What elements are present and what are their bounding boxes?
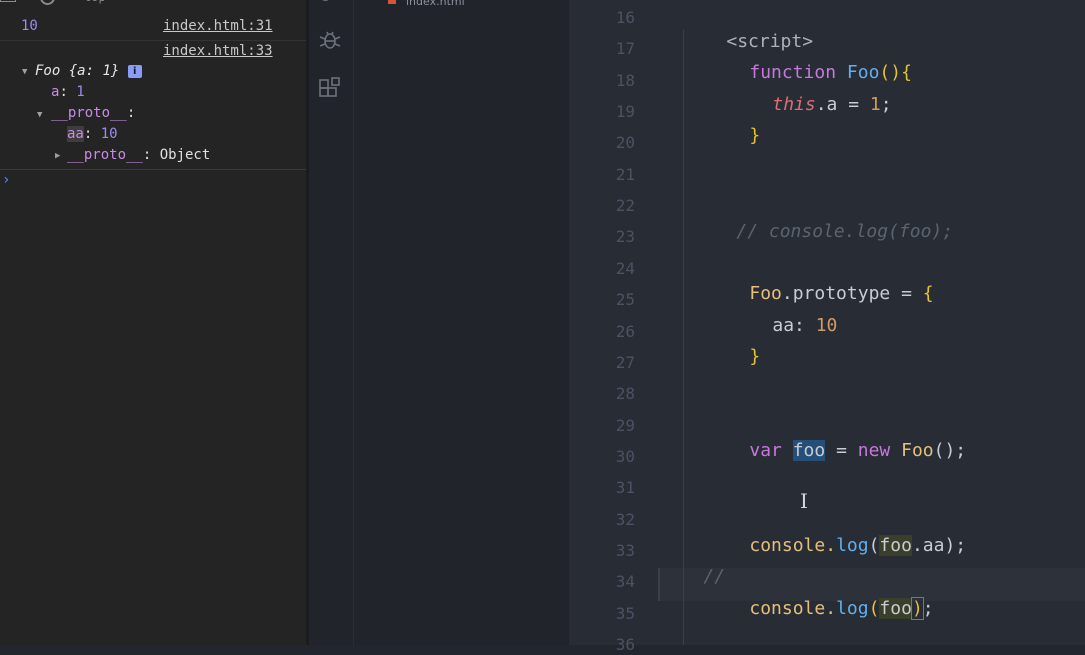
html-file-icon <box>388 0 396 4</box>
line-number: 34 <box>615 572 635 592</box>
object-preview: {a: 1} <box>68 63 120 79</box>
line-number: 31 <box>615 478 635 498</box>
expand-triangle-icon[interactable]: ▼ <box>22 67 27 77</box>
code-line-19[interactable]: } <box>706 100 760 172</box>
property-value: 1 <box>76 84 85 100</box>
proto-property[interactable]: __proto__: <box>51 105 135 121</box>
file-explorer: index.html <box>353 0 569 645</box>
message-divider <box>0 40 306 41</box>
call-parens: (); <box>933 440 967 461</box>
equals: = <box>825 440 858 461</box>
explorer-file-item[interactable]: index.html <box>406 0 465 8</box>
bug-icon[interactable] <box>318 28 342 52</box>
line-number: 30 <box>615 446 635 466</box>
line-number: 25 <box>615 290 635 310</box>
context-selector[interactable]: top <box>84 0 106 4</box>
close-brace: } <box>749 125 761 146</box>
message-divider <box>0 169 306 170</box>
line-number: 28 <box>615 384 635 404</box>
open-paren: ( <box>868 535 880 556</box>
semicolon: ; <box>922 598 934 619</box>
variable-name: foo <box>792 440 826 461</box>
line-number: 24 <box>615 258 635 278</box>
argument-foo: foo <box>879 535 912 556</box>
console-prompt[interactable]: › <box>2 172 10 188</box>
property-value: 10 <box>100 126 118 142</box>
line-number: 17 <box>615 39 635 59</box>
property-key: __proto__ <box>67 147 143 163</box>
property-key: __proto__ <box>51 105 127 121</box>
method-log: log <box>836 535 869 556</box>
property-aa: aa: 10 <box>67 126 118 142</box>
argument-foo: foo <box>879 598 912 619</box>
object-key: aa: <box>772 315 816 336</box>
console-object: console. <box>749 535 837 556</box>
line-number: 20 <box>615 133 635 153</box>
line-number: 19 <box>615 102 635 122</box>
property-separator: : <box>59 84 77 100</box>
file-name: index.html <box>406 0 465 8</box>
open-brace: { <box>901 62 912 83</box>
devtools-console: top ⚙ 10 index.html:31 index.html:33 ▼ F… <box>0 0 306 645</box>
clear-console-icon[interactable] <box>40 0 55 5</box>
source-link[interactable]: index.html:33 <box>163 43 273 59</box>
property-access: .aa <box>911 535 945 556</box>
property-key: aa <box>67 126 84 142</box>
property-separator: : <box>142 147 160 163</box>
property-separator: : <box>126 105 136 121</box>
expand-triangle-icon[interactable]: ▼ <box>37 110 42 120</box>
keyword-new: new <box>857 440 891 461</box>
line-number: 16 <box>615 8 635 27</box>
assignment: .a = <box>815 94 870 115</box>
class-name: Foo <box>901 440 934 461</box>
code-line-32[interactable]: console.log(foo.aa); <box>706 510 966 582</box>
line-number: 21 <box>615 164 635 184</box>
object-class: Foo <box>35 63 61 79</box>
line-number: 27 <box>615 352 635 372</box>
line-number: 35 <box>615 603 635 623</box>
close-paren: ); <box>944 535 967 556</box>
line-number: 18 <box>615 70 635 90</box>
line-number: 29 <box>615 415 635 435</box>
console-message: 10 index.html:31 <box>0 17 306 39</box>
keyword-var: var <box>749 440 782 461</box>
property-a: a: 1 <box>51 84 85 100</box>
extensions-icon[interactable] <box>318 76 342 100</box>
object-header[interactable]: Foo {a: 1} i <box>35 63 142 79</box>
info-icon[interactable]: i <box>127 65 142 78</box>
property-separator: : <box>83 126 101 142</box>
log-value: 10 <box>21 18 38 34</box>
keyword-this: this <box>772 94 816 115</box>
open-paren: ( <box>868 598 880 619</box>
console-object: console. <box>749 598 837 619</box>
property-value: Object <box>159 147 211 163</box>
collapse-triangle-icon[interactable]: ▶ <box>55 151 60 161</box>
proto-property-nested[interactable]: __proto__: Object <box>67 147 210 163</box>
open-brace: { <box>922 283 934 304</box>
semicolon: ; <box>880 94 892 115</box>
code-line-26[interactable]: } <box>706 321 760 393</box>
code-editor[interactable]: 16 17 18 19 20 21 22 23 24 25 26 27 28 29 30 31 32 33 34 35… <box>569 0 1085 654</box>
line-number: 26 <box>615 321 635 341</box>
line-number: 22 <box>615 196 635 216</box>
line-number: 32 <box>615 509 635 529</box>
activity-bar <box>309 0 353 645</box>
settings-gear-icon[interactable]: ⚙ <box>286 0 294 4</box>
source-link[interactable]: index.html:31 <box>163 18 273 34</box>
method-log: log <box>836 598 869 619</box>
number-literal: 10 <box>815 315 838 336</box>
code-line-34[interactable]: console.log(foo); <box>706 573 934 645</box>
console-message: index.html:33 ▼ Foo {a: 1} i a: 1 ▼ __pr… <box>0 42 306 170</box>
code-line-29[interactable]: var foo = new Foo(); <box>706 415 966 487</box>
comment: // console.log(foo); <box>736 221 954 242</box>
line-number: 33 <box>615 540 635 560</box>
close-paren: ) <box>910 597 924 620</box>
source-control-icon[interactable] <box>320 0 331 1</box>
console-toolbar: top ⚙ <box>0 0 306 6</box>
line-number: 36 <box>615 635 635 654</box>
close-brace: } <box>749 346 761 367</box>
sidebar-toggle-icon[interactable] <box>0 0 16 2</box>
number-literal: 1 <box>869 94 881 115</box>
line-number: 23 <box>615 227 635 247</box>
